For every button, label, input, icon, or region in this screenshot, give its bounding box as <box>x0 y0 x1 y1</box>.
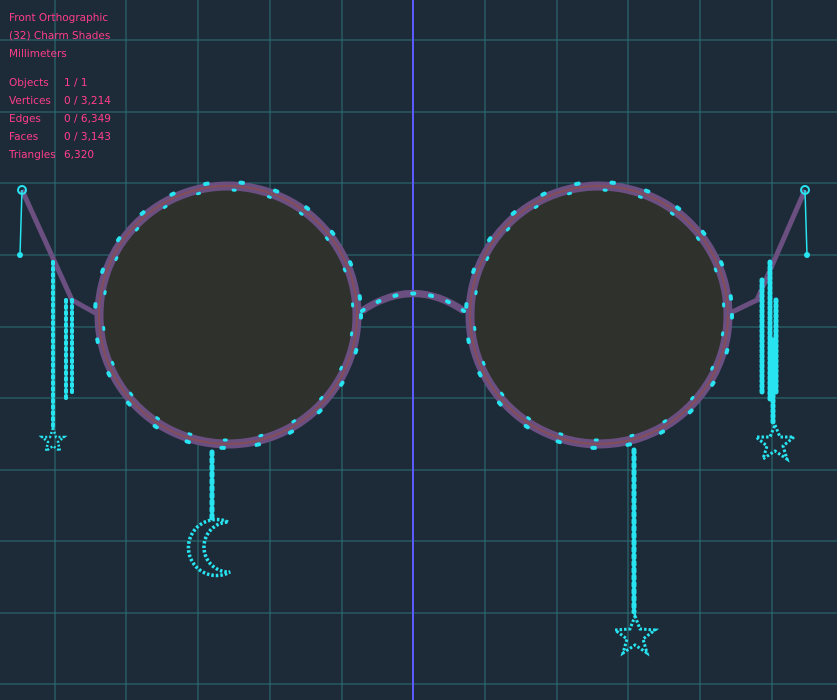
scene-statistics: Objects 1 / 1 Vertices 0 / 3,214 Edges 0 / … <box>9 74 111 164</box>
stat-vertices: Vertices 0 / 3,214 <box>9 95 111 107</box>
right-lens <box>465 181 733 449</box>
stat-faces: Faces 0 / 3,143 <box>9 131 111 143</box>
stat-edges: Edges 0 / 6,349 <box>9 113 111 125</box>
left-chain <box>51 260 74 432</box>
left-lens <box>94 181 362 449</box>
stat-triangles: Triangles 6,320 <box>9 149 95 161</box>
3d-viewport[interactable] <box>0 0 837 700</box>
left-temple <box>19 188 99 317</box>
right-temple <box>726 189 808 317</box>
view-name: Front Orthographic <box>9 12 109 24</box>
left-star-charm <box>38 424 68 454</box>
object-name: (32) Charm Shades <box>9 30 111 42</box>
right-chain <box>759 259 779 428</box>
stat-objects: Objects 1 / 1 <box>9 77 88 89</box>
bottom-star-charm <box>610 611 660 657</box>
moon-charm-icon <box>186 517 231 578</box>
viewport-info-overlay: Front Orthographic (32) Charm Shades Mil… <box>9 9 111 164</box>
right-star-charm <box>751 421 799 463</box>
unit-system: Millimeters <box>9 48 67 60</box>
